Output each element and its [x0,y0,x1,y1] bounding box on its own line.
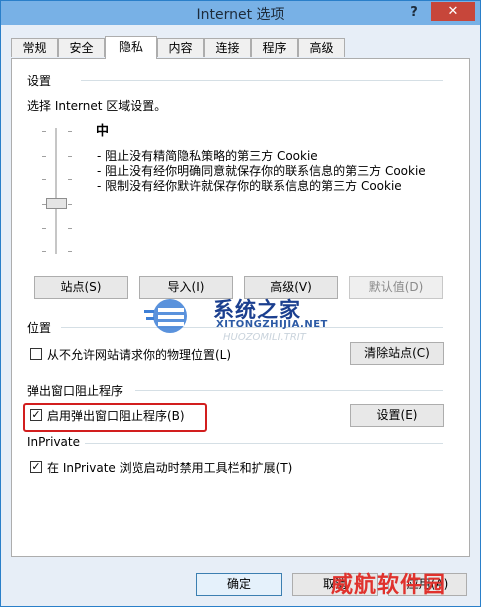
inprivate-checkbox[interactable]: ✓ [30,461,42,473]
slider-tick [68,179,72,180]
tab-content[interactable]: 内容 [157,38,204,57]
privacy-level: 中 [96,124,110,139]
watermark-bottom: 威航软件园 [331,572,447,598]
settings-instruction: 选择 Internet 区域设置。 [27,99,167,113]
settings-divider [81,80,443,81]
slider-tick [68,251,72,252]
watermark-logo-icon [144,299,187,333]
help-button[interactable]: ? [406,4,422,22]
settings-group-title: 设置 [27,74,52,88]
tab-privacy[interactable]: 隐私 [105,36,157,59]
close-button[interactable]: ✕ [431,2,475,21]
slider-tick [68,228,72,229]
popup-divider [135,390,443,391]
tab-advanced[interactable]: 高级 [298,38,345,57]
tab-general[interactable]: 常规 [11,38,58,57]
tab-programs[interactable]: 程序 [251,38,298,57]
tab-security[interactable]: 安全 [58,38,105,57]
inprivate-checkbox-label[interactable]: 在 InPrivate 浏览启动时禁用工具栏和扩展(T) [47,459,292,476]
slider-tick [42,179,46,180]
slider-tick [42,156,46,157]
location-checkbox[interactable] [30,348,42,360]
slider-tick [42,228,46,229]
privacy-slider-track[interactable] [55,128,57,254]
watermark-url: XITONGZHIJIA.NET [216,319,328,330]
slider-tick [68,156,72,157]
tab-connections[interactable]: 连接 [204,38,251,57]
default-button[interactable]: 默认值(D) [349,276,443,299]
slider-tick [42,251,46,252]
privacy-bullet: - 限制没有经你默许就保存你的联系信息的第三方 Cookie [97,179,402,193]
clear-sites-button[interactable]: 清除站点(C) [350,342,444,365]
sites-button[interactable]: 站点(S) [34,276,128,299]
inprivate-divider [85,443,443,444]
location-group-title: 位置 [27,321,52,335]
highlight-box [23,403,207,432]
slider-tick [68,131,72,132]
popup-group-title: 弹出窗口阻止程序 [27,384,124,398]
location-checkbox-label[interactable]: 从不允许网站请求你的物理位置(L) [47,346,231,363]
privacy-slider-thumb[interactable] [46,198,67,209]
popup-settings-button[interactable]: 设置(E) [350,404,444,427]
ok-button[interactable]: 确定 [196,573,282,596]
watermark-ghost-text: HUOZOMILI.TRIT [223,332,306,343]
inprivate-group-title: InPrivate [27,435,80,449]
slider-tick [42,131,46,132]
internet-options-window: Internet 选项 ? ✕ 常规 安全 隐私 内容 连接 程序 高级 设置 … [0,0,481,607]
slider-tick [68,204,72,205]
title-bar[interactable]: Internet 选项 ? ✕ [1,1,480,25]
